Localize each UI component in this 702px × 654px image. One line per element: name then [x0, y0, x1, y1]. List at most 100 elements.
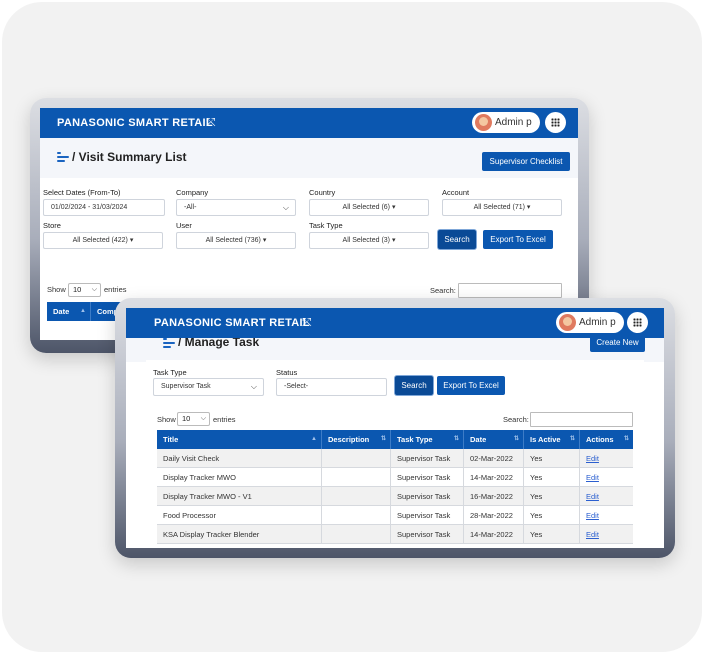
dates-input[interactable]: 01/02/2024 - 31/03/2024: [43, 199, 165, 216]
store-select[interactable]: All Selected (422) ▾: [43, 232, 163, 249]
table-row: KSA Display Tracker Blender Supervisor T…: [157, 525, 633, 544]
sort-icon: ⇅: [513, 436, 519, 442]
tasktype-label: Task Type: [153, 368, 187, 377]
grid-icon: [633, 318, 642, 327]
cell-date: 16-Mar-2022: [464, 487, 524, 506]
column-header-date[interactable]: Date ⇅: [464, 430, 524, 449]
tasktype-label: Task Type: [309, 221, 343, 230]
dates-label: Select Dates (From-To): [43, 188, 121, 197]
cell-actions: Edit: [580, 525, 633, 544]
status-select[interactable]: -Select-: [276, 378, 387, 396]
column-header-is-active[interactable]: Is Active ⇅: [524, 430, 580, 449]
search-label: Search:: [503, 415, 529, 424]
chevron-down-icon: ⌵: [282, 203, 289, 212]
edit-link[interactable]: Edit: [586, 473, 599, 482]
cell-description: [322, 506, 391, 525]
cell-date: 02-Mar-2022: [464, 449, 524, 468]
avatar: [559, 314, 576, 331]
cell-active: Yes: [524, 487, 580, 506]
cell-description: [322, 525, 391, 544]
list-icon: [57, 152, 69, 162]
edit-link[interactable]: Edit: [586, 530, 599, 539]
table-row: Food Processor Supervisor Task 28-Mar-20…: [157, 506, 633, 525]
cell-description: [322, 487, 391, 506]
user-label: User: [176, 221, 192, 230]
cell-date: 14-Mar-2022: [464, 525, 524, 544]
table-header: Title ▲ Description ⇅ Task Type ⇅ Date ⇅ Is …: [157, 430, 633, 449]
sort-icon: ⇅: [453, 436, 459, 442]
cell-title: Display Tracker MWO: [157, 468, 322, 487]
cell-description: [322, 468, 391, 487]
apps-grid-button[interactable]: [627, 312, 648, 333]
entries-select[interactable]: 10 ⌵: [177, 412, 210, 426]
cell-title: Food Processor: [157, 506, 322, 525]
cell-task-type: Supervisor Task: [391, 468, 464, 487]
chevron-down-icon: ⌵: [250, 382, 257, 391]
top-bar: PANASONIC SMART RETAIL ⤧ Admin p: [126, 308, 664, 338]
sort-icon: ⇅: [380, 436, 386, 442]
cell-task-type: Supervisor Task: [391, 506, 464, 525]
user-menu[interactable]: Admin p: [472, 112, 540, 133]
column-header-title[interactable]: Title ▲: [157, 430, 322, 449]
entries-label: entries: [104, 285, 127, 294]
column-header-description[interactable]: Description ⇅: [322, 430, 391, 449]
search-button[interactable]: Search: [438, 230, 476, 249]
chevron-down-icon: ⌵: [91, 286, 97, 293]
sort-icon: ⇅: [623, 436, 629, 442]
edit-link[interactable]: Edit: [586, 511, 599, 520]
cell-date: 14-Mar-2022: [464, 468, 524, 487]
user-menu[interactable]: Admin p: [556, 312, 624, 333]
search-button[interactable]: Search: [395, 376, 433, 395]
tasktype-select[interactable]: Supervisor Task ⌵: [153, 378, 264, 396]
account-select[interactable]: All Selected (71) ▾: [442, 199, 562, 216]
cell-actions: Edit: [580, 487, 633, 506]
column-header-actions[interactable]: Actions ⇅: [580, 430, 633, 449]
apps-grid-button[interactable]: [545, 112, 566, 133]
expand-icon[interactable]: ⤧: [302, 315, 312, 330]
user-select[interactable]: All Selected (736) ▾: [176, 232, 296, 249]
cell-active: Yes: [524, 525, 580, 544]
manage-task-window: / Manage Task Create New PANASONIC SMART…: [126, 308, 664, 548]
supervisor-checklist-button[interactable]: Supervisor Checklist: [482, 152, 570, 171]
page-title: / Visit Summary List: [72, 150, 187, 164]
account-label: Account: [442, 188, 470, 197]
store-label: Store: [43, 221, 61, 230]
export-button[interactable]: Export To Excel: [483, 230, 553, 249]
export-button[interactable]: Export To Excel: [437, 376, 505, 395]
tasktype-select[interactable]: All Selected (3) ▾: [309, 232, 429, 249]
column-header-task-type[interactable]: Task Type ⇅: [391, 430, 464, 449]
status-label: Status: [276, 368, 298, 377]
entries-label: entries: [213, 415, 236, 424]
top-bar: PANASONIC SMART RETAIL ⤧ Admin p: [40, 108, 578, 138]
table-row: Display Tracker MWO - V1 Supervisor Task…: [157, 487, 633, 506]
column-header[interactable]: Date ▲: [47, 302, 91, 321]
chevron-down-icon: ⌵: [200, 415, 206, 422]
cell-active: Yes: [524, 468, 580, 487]
cell-actions: Edit: [580, 449, 633, 468]
table-search-input[interactable]: [530, 412, 633, 427]
cell-date: 28-Mar-2022: [464, 506, 524, 525]
show-label: Show: [157, 415, 176, 424]
page-header: / Visit Summary List Supervisor Checklis…: [40, 138, 578, 178]
edit-link[interactable]: Edit: [586, 454, 599, 463]
company-label: Company: [176, 188, 209, 197]
country-select[interactable]: All Selected (6) ▾: [309, 199, 429, 216]
cell-active: Yes: [524, 506, 580, 525]
show-label: Show: [47, 285, 66, 294]
entries-select[interactable]: 10 ⌵: [68, 283, 101, 297]
brand-title: PANASONIC SMART RETAIL: [154, 317, 310, 329]
user-name: Admin p: [579, 317, 616, 328]
cell-description: [322, 449, 391, 468]
cell-title: KSA Display Tracker Blender: [157, 525, 322, 544]
cell-active: Yes: [524, 449, 580, 468]
expand-icon[interactable]: ⤧: [206, 115, 216, 130]
table-row: Daily Visit Check Supervisor Task 02-Mar…: [157, 449, 633, 468]
edit-link[interactable]: Edit: [586, 492, 599, 501]
cell-title: Display Tracker MWO - V1: [157, 487, 322, 506]
company-select[interactable]: -All- ⌵: [176, 199, 296, 216]
brand-title: PANASONIC SMART RETAIL: [57, 117, 213, 129]
cell-task-type: Supervisor Task: [391, 525, 464, 544]
cell-title: Daily Visit Check: [157, 449, 322, 468]
table-search-input[interactable]: [458, 283, 562, 298]
cell-actions: Edit: [580, 468, 633, 487]
